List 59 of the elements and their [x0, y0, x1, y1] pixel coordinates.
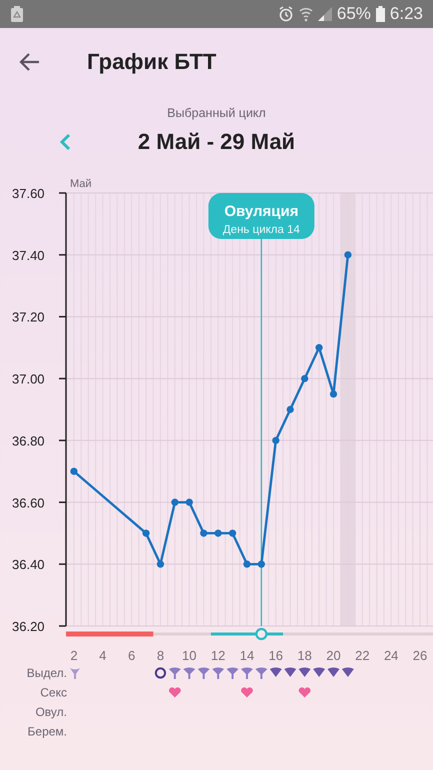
y-tick-label: 37.60: [12, 186, 45, 201]
row-label: Берем.: [28, 724, 67, 738]
point: [142, 530, 150, 537]
y-tick-label: 36.20: [12, 619, 45, 634]
x-tick-label: 26: [412, 648, 428, 663]
battery-percent: 65%: [336, 4, 371, 24]
screen-title: График БТТ: [87, 49, 216, 75]
row-label: Выдел.: [26, 666, 67, 680]
point: [301, 374, 308, 382]
ovulation-title: Овуляция: [224, 203, 298, 220]
x-tick-label: 18: [297, 648, 312, 663]
heart-icon: [169, 687, 181, 698]
x-tick-label: 4: [99, 648, 106, 663]
circle-icon: [154, 667, 166, 679]
point: [214, 530, 222, 537]
cycle-caption: Выбранный цикл: [166, 106, 267, 120]
point: [186, 498, 193, 506]
point: [228, 530, 236, 537]
y-tick-label: 36.40: [12, 557, 45, 572]
point: [171, 498, 178, 506]
point: [243, 560, 251, 568]
signal-icon: [318, 7, 332, 21]
x-tick-label: 8: [156, 648, 164, 663]
cycle-day-label: День цикла 14: [222, 224, 300, 236]
cycle-range: 2 Май - 29 Май: [138, 129, 296, 155]
x-tick-label: 24: [384, 648, 398, 663]
y-tick-label: 36.80: [12, 433, 45, 448]
battery-icon: [376, 6, 385, 22]
x-tick-label: 14: [240, 648, 254, 663]
alarm-icon: [278, 6, 294, 22]
x-tick-label: 2: [70, 648, 78, 663]
y-tick-label: 37.40: [12, 248, 45, 263]
x-tick-label: 16: [268, 648, 284, 663]
x-tick-label: 6: [128, 648, 136, 663]
point: [315, 344, 323, 352]
point: [330, 390, 338, 398]
y-tick-label: 36.60: [12, 495, 45, 510]
point: [272, 436, 280, 444]
y-tick-label: 37.00: [12, 372, 45, 387]
row-label: Овул.: [35, 705, 67, 719]
x-tick-label: 22: [355, 648, 370, 663]
row-label: Секс: [40, 686, 67, 700]
point: [344, 251, 352, 258]
x-tick-label: 10: [182, 648, 197, 663]
point: [156, 560, 164, 568]
point: [258, 560, 265, 568]
y-tick-label: 37.20: [12, 310, 45, 325]
ovulation-marker[interactable]: [255, 628, 268, 640]
heart-icon: [298, 687, 311, 698]
wifi-icon: [298, 6, 313, 22]
point: [286, 406, 294, 414]
heart-icon: [241, 687, 253, 698]
point: [200, 530, 208, 537]
month-label: Май: [70, 178, 92, 190]
chevron-left-icon[interactable]: [58, 132, 72, 152]
x-tick-label: 20: [326, 648, 341, 663]
x-tick-label: 12: [210, 648, 226, 663]
point: [70, 468, 78, 475]
clock-time: 6:23: [390, 4, 423, 24]
